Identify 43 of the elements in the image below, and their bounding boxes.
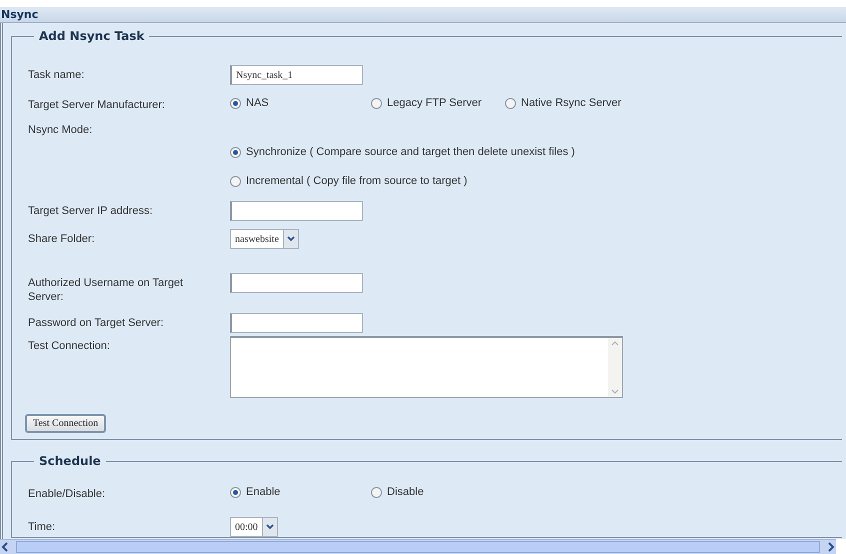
field-label: Task name: (28, 68, 86, 82)
radio-option[interactable]: Incremental ( Copy file from source to target ) (230, 173, 842, 187)
caret-down-icon (266, 524, 274, 530)
text-field[interactable] (230, 313, 363, 333)
field-label: Enable/Disable: (28, 487, 106, 501)
text-field[interactable] (230, 201, 363, 221)
radio-button[interactable] (371, 486, 382, 498)
vertical-scrollbar[interactable] (608, 338, 622, 397)
section-heading: Add Nsync Task (38, 29, 146, 43)
dropdown-field[interactable]: 00:00 (230, 517, 278, 537)
chevron-up-icon[interactable] (611, 340, 619, 346)
radio-option[interactable]: Enable (230, 484, 371, 498)
text-field[interactable]: Nsync_task_1 (230, 65, 363, 85)
field-label: Share Folder: (28, 232, 96, 246)
radio-button[interactable] (230, 146, 241, 158)
radio-option[interactable]: NAS (230, 95, 371, 109)
field-label: Authorized Username on Target Server: (28, 276, 184, 304)
field-label: Nsync Mode: (28, 123, 94, 137)
horizontal-scrollbar[interactable] (0, 539, 836, 554)
section-heading: Schedule (38, 454, 102, 468)
text-area[interactable] (230, 336, 623, 398)
panel-title: Nsync (0, 7, 846, 23)
dropdown-field[interactable]: naswebsite (230, 229, 299, 249)
radio-option[interactable]: Synchronize ( Compare source and target then delete unexist files ) (230, 144, 842, 158)
radio-button[interactable] (230, 98, 241, 108)
caret-down-icon (286, 236, 295, 242)
text-field[interactable] (230, 273, 363, 293)
field-label: Time: (28, 520, 56, 534)
chevron-left-icon[interactable] (0, 542, 10, 552)
radio-button[interactable] (505, 98, 516, 108)
field-label: Test Connection: (28, 339, 111, 353)
radio-option[interactable]: Native Rsync Server (505, 95, 655, 109)
radio-button[interactable] (230, 176, 241, 186)
radio-button[interactable] (371, 98, 382, 108)
test-connection-button[interactable]: Test Connection (25, 414, 106, 433)
field-label: Target Server Manufacturer: (28, 98, 166, 112)
field-label: Password on Target Server: (28, 316, 165, 330)
chevron-down-icon[interactable] (611, 389, 619, 395)
radio-option[interactable]: Legacy FTP Server (371, 95, 505, 109)
radio-button[interactable] (230, 486, 241, 498)
radio-option[interactable]: Disable (371, 484, 505, 498)
field-label: Target Server IP address: (28, 204, 154, 218)
chevron-right-icon[interactable] (826, 542, 836, 552)
